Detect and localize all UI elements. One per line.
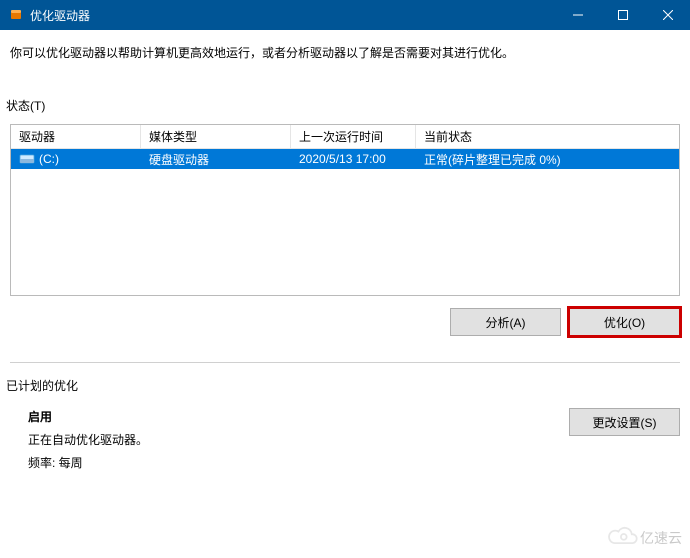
close-button[interactable] [645,0,690,30]
table-row[interactable]: (C:) 硬盘驱动器 2020/5/13 17:00 正常(碎片整理已完成 0%… [11,149,679,169]
column-header-last-run[interactable]: 上一次运行时间 [291,125,416,148]
schedule-title: 启用 [28,408,569,425]
change-settings-button[interactable]: 更改设置(S) [569,408,680,436]
schedule-section-label: 已计划的优化 [6,377,680,394]
maximize-button[interactable] [600,0,645,30]
button-row: 分析(A) 优化(O) [10,308,680,336]
drive-icon [19,153,35,165]
cell-status: 正常(碎片整理已完成 0%) [416,149,679,169]
schedule-button-wrapper: 更改设置(S) [569,408,680,471]
drive-list-header: 驱动器 媒体类型 上一次运行时间 当前状态 [11,125,679,149]
window-title: 优化驱动器 [30,7,555,24]
status-label: 状态(T) [6,97,680,114]
titlebar: 优化驱动器 [0,0,690,30]
schedule-body: 启用 正在自动优化驱动器。 频率: 每周 更改设置(S) [10,408,680,471]
analyze-button[interactable]: 分析(A) [450,308,561,336]
app-icon [8,7,24,23]
schedule-freq: 频率: 每周 [28,454,569,471]
description-text: 你可以优化驱动器以帮助计算机更高效地运行，或者分析驱动器以了解是否需要对其进行优… [10,44,680,61]
drive-list: 驱动器 媒体类型 上一次运行时间 当前状态 (C:) 硬盘驱动器 2020/5/… [10,124,680,296]
cell-last-run: 2020/5/13 17:00 [291,149,416,169]
cell-drive-text: (C:) [39,152,59,166]
divider [10,362,680,363]
cell-media: 硬盘驱动器 [141,149,291,169]
schedule-desc: 正在自动优化驱动器。 [28,431,569,448]
optimize-button[interactable]: 优化(O) [569,308,680,336]
schedule-text: 启用 正在自动优化驱动器。 频率: 每周 [28,408,569,471]
window-controls [555,0,690,30]
cloud-icon [606,525,638,550]
column-header-status[interactable]: 当前状态 [416,125,679,148]
minimize-button[interactable] [555,0,600,30]
cell-drive: (C:) [11,149,141,169]
watermark-text: 亿速云 [640,528,682,548]
column-header-drive[interactable]: 驱动器 [11,125,141,148]
content-area: 你可以优化驱动器以帮助计算机更高效地运行，或者分析驱动器以了解是否需要对其进行优… [0,30,690,481]
column-header-media[interactable]: 媒体类型 [141,125,291,148]
watermark: 亿速云 [606,525,682,550]
